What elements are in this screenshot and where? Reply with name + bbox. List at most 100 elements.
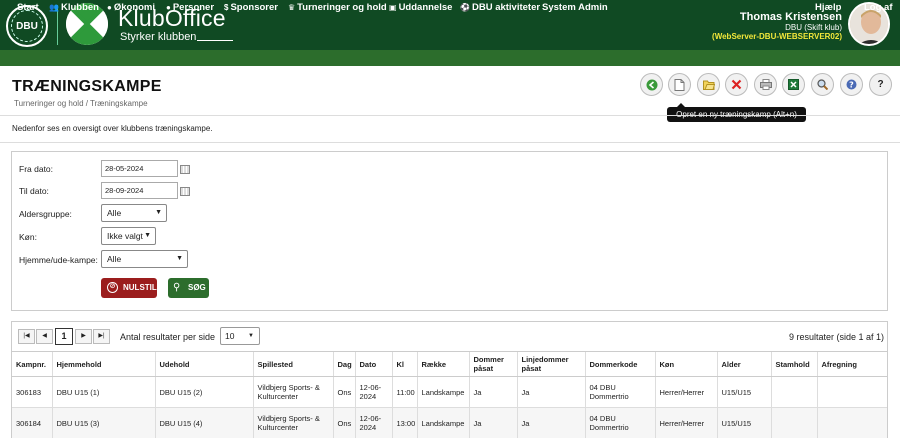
table-header-row: Kampnr. Hjemmehold Udehold Spillested Da… [12, 351, 887, 377]
column-header[interactable]: Kl [391, 351, 417, 377]
column-header[interactable]: Afregning [816, 351, 887, 377]
age-group-select[interactable]: Alle ▼ [101, 204, 167, 222]
column-header[interactable]: Dag [332, 351, 355, 377]
to-date-input[interactable]: 28-09-2024 [101, 182, 178, 199]
first-page-icon: |◀ [23, 333, 30, 339]
table-cell: Landskampe [416, 376, 469, 408]
server-label: (WebServer-DBU-WEBSERVER02) [712, 32, 842, 41]
chevron-down-icon: ▼ [155, 209, 162, 216]
page-title: TRÆNINGSKAMPE [12, 78, 162, 95]
nav-uddannelse[interactable]: ▣ Uddannelse [389, 0, 452, 16]
table-row[interactable]: 306184 DBU U15 (3) DBU U15 (4) Vildbjerg… [12, 407, 887, 438]
home-away-select[interactable]: Alle ▼ [101, 250, 188, 268]
matches-table: Kampnr. Hjemmehold Udehold Spillested Da… [12, 351, 887, 438]
column-header[interactable]: Køn [654, 351, 717, 377]
nav-klubben[interactable]: 👥 Klubben [49, 0, 99, 16]
table-cell: 13:00 [391, 407, 417, 438]
delete-button[interactable] [725, 73, 748, 96]
back-button[interactable] [640, 73, 663, 96]
new-document-icon [674, 78, 685, 91]
info-text: Nedenfor ses en oversigt over klubbens t… [12, 124, 213, 133]
column-header[interactable]: Kampnr. [12, 351, 52, 377]
column-header[interactable]: Dato [354, 351, 392, 377]
calendar-icon[interactable] [180, 187, 190, 196]
table-cell: 11:00 [391, 376, 417, 408]
switch-club-link[interactable]: DBU (Skift klub) [785, 23, 842, 32]
open-folder-icon [702, 80, 715, 90]
table-cell: DBU U15 (3) [51, 407, 155, 438]
help-icon: ? [846, 79, 857, 90]
nav-system-admin[interactable]: System Admin [542, 0, 608, 16]
table-cell [816, 407, 887, 438]
gender-select[interactable]: Ikke valgt ▼ [101, 227, 156, 245]
nav-sponsorer[interactable]: $ Sponsorer [224, 0, 278, 16]
home-away-label: Hjemme/ude-kampe: [19, 255, 98, 265]
table-cell: Ja [516, 407, 585, 438]
nav-turneringer[interactable]: ♛ Turneringer og hold [288, 0, 387, 16]
table-cell: Ja [516, 376, 585, 408]
nav-start[interactable]: Start [17, 0, 39, 16]
delete-icon [731, 79, 742, 90]
column-header[interactable]: Udehold [154, 351, 253, 377]
column-header[interactable]: Linjedommer påsat [516, 351, 585, 377]
new-document-button[interactable] [668, 73, 691, 96]
next-page-icon: ▶ [81, 333, 86, 339]
chevron-down-icon: ▼ [144, 232, 151, 239]
reset-button[interactable]: ⊘ NULSTIL [101, 278, 157, 298]
column-header[interactable]: Dommerkode [584, 351, 655, 377]
column-header[interactable]: Spillested [252, 351, 333, 377]
nav-okonomi[interactable]: ● Økonomi [107, 0, 155, 16]
search-button[interactable] [811, 73, 834, 96]
breadcrumb[interactable]: Turneringer og hold / Træningskampe [14, 99, 148, 108]
excel-export-button[interactable] [782, 73, 805, 96]
nav-logout[interactable]: Log af [864, 0, 893, 16]
column-header[interactable]: Hjemmehold [51, 351, 155, 377]
book-icon: ▣ [389, 3, 397, 12]
question-button[interactable]: ? [869, 73, 892, 96]
next-page-button[interactable]: ▶ [75, 329, 92, 344]
calendar-icon[interactable] [180, 165, 190, 174]
nav-dbu-aktiviteter[interactable]: ⚽ DBU aktiviteter [460, 0, 540, 16]
ball-icon: ⚽ [460, 3, 470, 12]
table-cell: Herrer/Herrer [654, 407, 717, 438]
column-header[interactable]: Alder [716, 351, 771, 377]
svg-text:?: ? [849, 80, 854, 89]
column-header[interactable]: Dommer påsat [468, 351, 517, 377]
chevron-down-icon: ▼ [248, 333, 254, 339]
open-button[interactable] [697, 73, 720, 96]
prev-page-icon: ◀ [42, 333, 47, 339]
column-header[interactable]: Række [416, 351, 469, 377]
search-submit-button[interactable]: ⚲ SØG [168, 278, 209, 298]
trophy-icon: ♛ [288, 3, 296, 12]
person-icon: ● [166, 3, 171, 12]
column-header[interactable]: Stamhold [770, 351, 817, 377]
search-icon [817, 79, 828, 90]
prev-page-button[interactable]: ◀ [36, 329, 53, 344]
table-cell: 04 DBU Dommertrio [584, 407, 655, 438]
table-cell: Ja [468, 376, 517, 408]
per-page-select[interactable]: 10 ▼ [220, 327, 260, 345]
table-cell: DBU U15 (2) [154, 376, 253, 408]
question-icon: ? [877, 79, 884, 90]
table-cell: Ons [332, 376, 355, 408]
table-row[interactable]: 306183 DBU U15 (1) DBU U15 (2) Vildbjerg… [12, 376, 887, 408]
current-page[interactable]: 1 [55, 328, 73, 345]
help-button[interactable]: ? [840, 73, 863, 96]
print-button[interactable] [754, 73, 777, 96]
first-page-button[interactable]: |◀ [18, 329, 35, 344]
table-cell: Landskampe [416, 407, 469, 438]
table-cell: Ons [332, 407, 355, 438]
result-count: 9 resultater (side 1 af 1) [788, 332, 884, 342]
table-cell: Vildbjerg Sports- & Kulturcenter [252, 376, 333, 408]
last-page-icon: ▶| [98, 333, 105, 339]
per-page-label: Antal resultater per side [120, 332, 216, 342]
nav-help[interactable]: Hjælp [815, 0, 841, 16]
age-group-label: Aldersgruppe: [19, 209, 72, 219]
last-page-button[interactable]: ▶| [93, 329, 110, 344]
table-cell: U15/U15 [716, 376, 771, 408]
nav-personer[interactable]: ● Personer [166, 0, 214, 16]
subtitle-underline [197, 40, 233, 41]
from-date-input[interactable]: 28-05-2024 [101, 160, 178, 177]
table-cell: 306183 [12, 376, 52, 408]
table-cell [770, 376, 817, 408]
